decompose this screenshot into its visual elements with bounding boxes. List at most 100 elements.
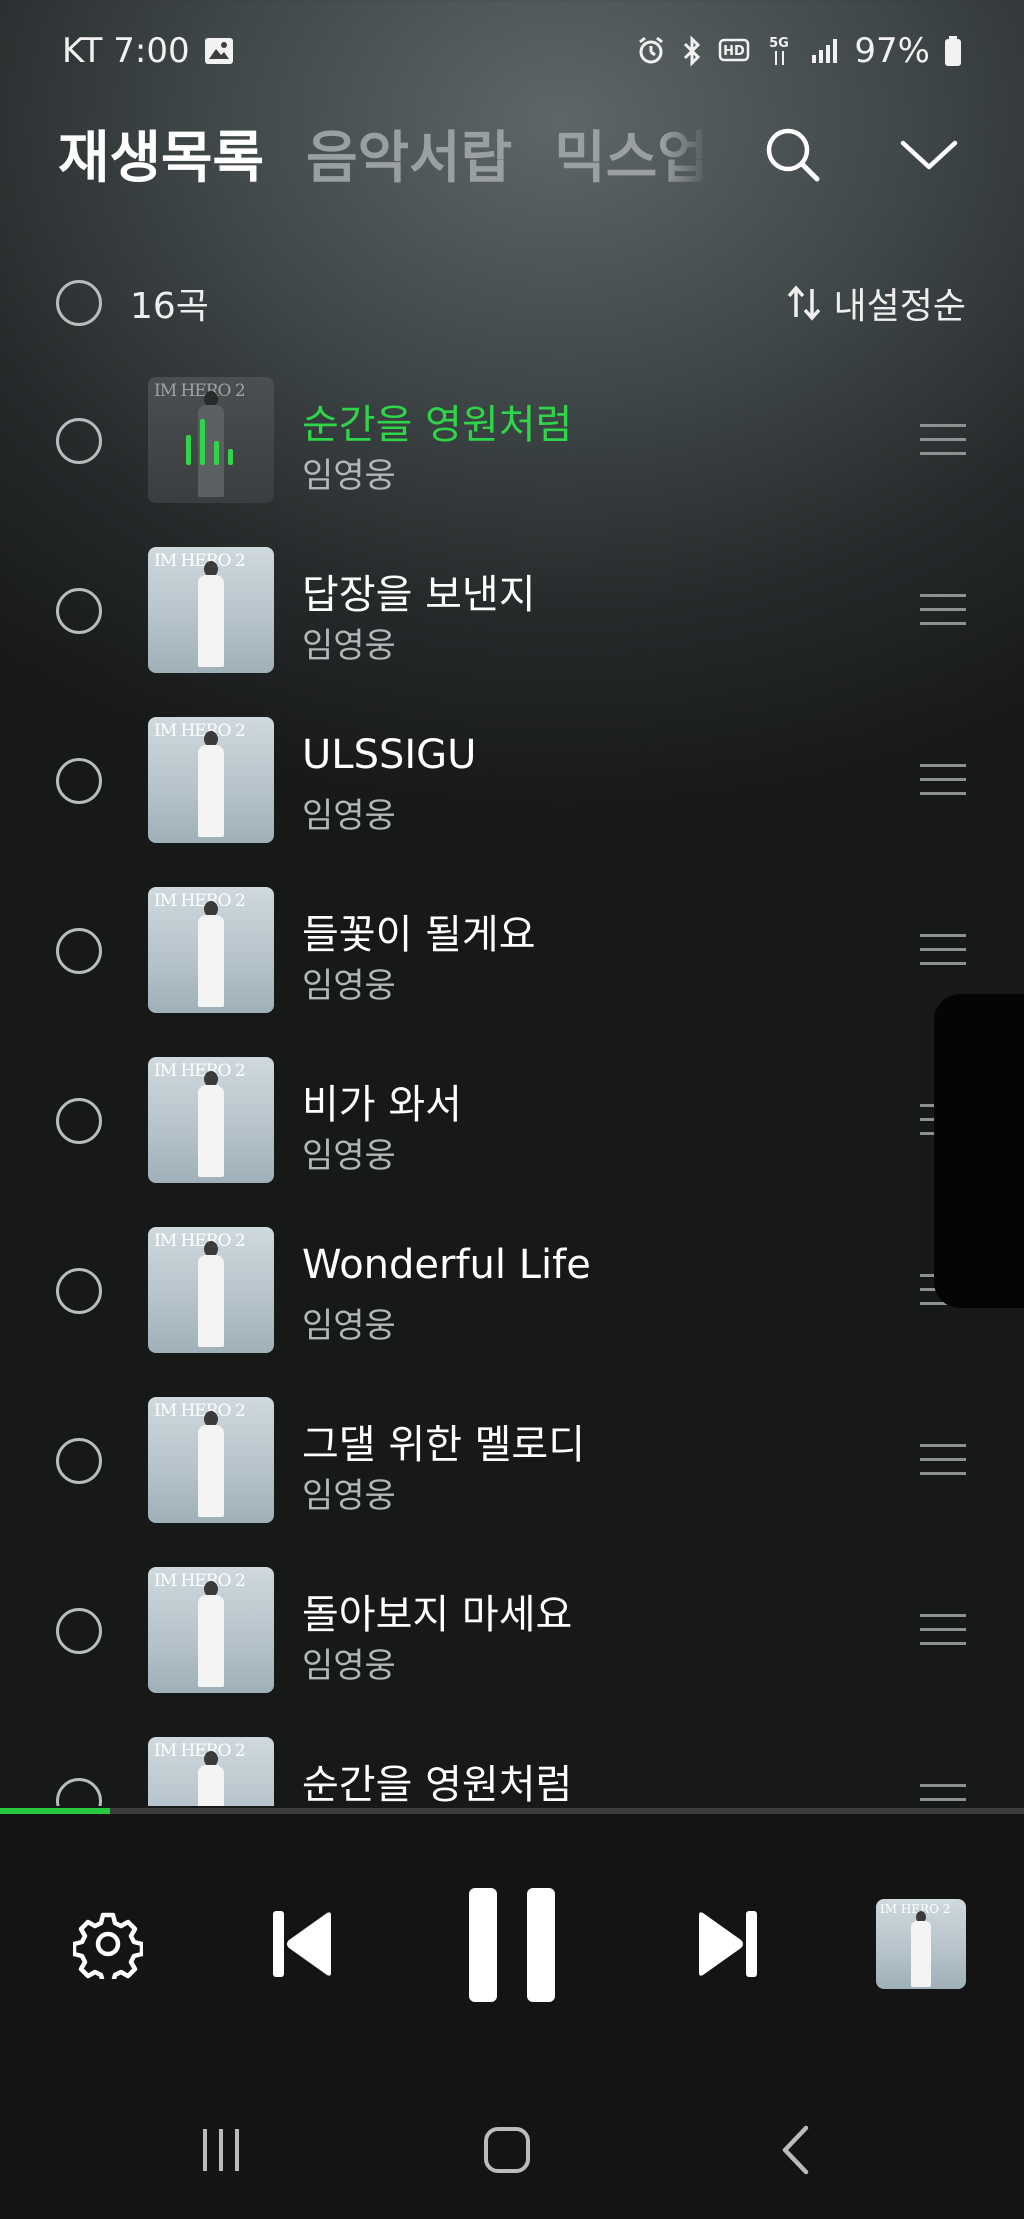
bluetooth-icon bbox=[680, 34, 704, 68]
sort-arrows-icon bbox=[787, 285, 820, 321]
row-checkbox[interactable] bbox=[56, 1778, 102, 1806]
tab-playlist[interactable]: 재생목록 bbox=[58, 113, 264, 194]
song-row-playing[interactable]: IM HERO 2 순간을 영원처럼 임영웅 bbox=[0, 356, 1024, 526]
song-row[interactable]: IM HERO 2 Wonderful Life 임영웅 bbox=[0, 1206, 1024, 1376]
tab-mixup[interactable]: 믹스업 bbox=[554, 113, 709, 194]
drag-handle-icon[interactable] bbox=[920, 764, 966, 806]
row-checkbox[interactable] bbox=[56, 928, 102, 974]
signal-icon bbox=[810, 34, 840, 68]
song-row[interactable]: IM HERO 2 돌아보지 마세요 임영웅 bbox=[0, 1546, 1024, 1716]
row-checkbox[interactable] bbox=[56, 1268, 102, 1314]
now-playing-album-art[interactable]: IM HERO 2 bbox=[876, 1899, 966, 1989]
song-artist: 임영웅 bbox=[302, 1646, 396, 1686]
image-icon bbox=[204, 34, 234, 68]
svg-text:5G: 5G bbox=[770, 36, 790, 51]
row-checkbox[interactable] bbox=[56, 588, 102, 634]
song-row[interactable]: IM HERO 2 ULSSIGU 임영웅 bbox=[0, 696, 1024, 866]
album-art-title: IM HERO 2 bbox=[154, 1061, 246, 1081]
album-art-title: IM HERO 2 bbox=[154, 1231, 246, 1251]
settings-button[interactable] bbox=[70, 1906, 146, 1982]
home-icon bbox=[484, 2127, 530, 2173]
album-art-title: IM HERO 2 bbox=[154, 1571, 246, 1591]
album-art-title: IM HERO 2 bbox=[154, 721, 246, 741]
svg-text:HD: HD bbox=[724, 44, 746, 59]
pause-button[interactable] bbox=[462, 1880, 562, 2010]
equalizer-icon bbox=[186, 419, 233, 465]
home-button[interactable] bbox=[472, 2110, 542, 2190]
drag-handle-icon[interactable] bbox=[920, 424, 966, 466]
drag-handle-icon[interactable] bbox=[920, 594, 966, 636]
album-art-title: IM HERO 2 bbox=[154, 1741, 246, 1761]
song-artist: 임영웅 bbox=[302, 796, 396, 836]
song-title: ULSSIGU bbox=[302, 732, 477, 778]
battery-percent: 97% bbox=[854, 31, 930, 71]
album-art-title: IM HERO 2 bbox=[880, 1902, 951, 1916]
gear-icon bbox=[73, 1912, 143, 1979]
album-art: IM HERO 2 bbox=[148, 1227, 274, 1353]
recent-apps-icon bbox=[203, 2129, 239, 2171]
status-bar: KT 7:00 HD 5G 97% bbox=[62, 28, 962, 74]
song-artist: 임영웅 bbox=[302, 456, 396, 496]
song-artist: 임영웅 bbox=[302, 966, 396, 1006]
song-title: Wonderful Life bbox=[302, 1242, 591, 1288]
song-row[interactable]: IM HERO 2 순간을 영원처럼 bbox=[0, 1716, 1024, 1806]
playback-progress-bar[interactable] bbox=[0, 1808, 1024, 1814]
search-button[interactable] bbox=[758, 120, 828, 190]
album-art-title: IM HERO 2 bbox=[154, 551, 246, 571]
song-artist: 임영웅 bbox=[302, 1136, 396, 1176]
album-art: IM HERO 2 bbox=[148, 1737, 274, 1806]
search-icon bbox=[766, 128, 820, 182]
tab-music-drawer[interactable]: 음악서랍 bbox=[306, 113, 512, 194]
battery-icon bbox=[944, 34, 962, 68]
song-artist: 임영웅 bbox=[302, 1306, 396, 1346]
back-icon bbox=[782, 2125, 809, 2175]
row-checkbox[interactable] bbox=[56, 1438, 102, 1484]
drag-handle-icon[interactable] bbox=[920, 1614, 966, 1656]
album-art-title: IM HERO 2 bbox=[154, 381, 246, 401]
song-title: 순간을 영원처럼 bbox=[302, 402, 573, 448]
row-checkbox[interactable] bbox=[56, 1608, 102, 1654]
5g-icon: 5G bbox=[766, 34, 796, 68]
sort-label: 내설정순 bbox=[833, 286, 966, 327]
edge-panel-handle[interactable] bbox=[934, 994, 1024, 1308]
drag-handle-icon[interactable] bbox=[920, 1444, 966, 1486]
song-title: 돌아보지 마세요 bbox=[302, 1592, 573, 1638]
previous-button[interactable] bbox=[264, 1906, 340, 1982]
select-all-checkbox[interactable] bbox=[56, 280, 102, 326]
recent-apps-button[interactable] bbox=[186, 2110, 256, 2190]
hd-voice-icon: HD bbox=[718, 34, 752, 68]
album-art: IM HERO 2 bbox=[148, 377, 274, 503]
album-art: IM HERO 2 bbox=[148, 1397, 274, 1523]
album-art: IM HERO 2 bbox=[148, 887, 274, 1013]
chevron-down-icon bbox=[900, 140, 958, 170]
row-checkbox[interactable] bbox=[56, 758, 102, 804]
drag-handle-icon[interactable] bbox=[920, 934, 966, 976]
song-title: 그댈 위한 멜로디 bbox=[302, 1422, 586, 1468]
collapse-button[interactable] bbox=[894, 120, 964, 190]
pause-icon bbox=[469, 1888, 555, 2002]
song-title: 답장을 보낸지 bbox=[302, 572, 536, 618]
song-title: 비가 와서 bbox=[302, 1082, 462, 1128]
back-button[interactable] bbox=[760, 2110, 830, 2190]
album-art-title: IM HERO 2 bbox=[154, 1401, 246, 1421]
song-artist: 임영웅 bbox=[302, 626, 396, 666]
next-button[interactable] bbox=[690, 1906, 766, 1982]
sort-button[interactable]: 내설정순 bbox=[784, 277, 966, 329]
song-row[interactable]: IM HERO 2 답장을 보낸지 임영웅 bbox=[0, 526, 1024, 696]
song-row[interactable]: IM HERO 2 그댈 위한 멜로디 임영웅 bbox=[0, 1376, 1024, 1546]
row-checkbox[interactable] bbox=[56, 418, 102, 464]
song-row[interactable]: IM HERO 2 비가 와서 임영웅 bbox=[0, 1036, 1024, 1206]
album-art: IM HERO 2 bbox=[148, 547, 274, 673]
song-title: 순간을 영원처럼 bbox=[302, 1762, 573, 1806]
song-title: 들꽃이 될게요 bbox=[302, 912, 536, 958]
progress-fill bbox=[0, 1808, 110, 1814]
song-row[interactable]: IM HERO 2 들꽃이 될게요 임영웅 bbox=[0, 866, 1024, 1036]
song-count: 16곡 bbox=[130, 286, 209, 327]
album-art: IM HERO 2 bbox=[148, 717, 274, 843]
drag-handle-icon[interactable] bbox=[920, 1784, 966, 1806]
row-checkbox[interactable] bbox=[56, 1098, 102, 1144]
skip-previous-icon bbox=[273, 1911, 331, 1977]
system-nav-bar bbox=[0, 2110, 1024, 2190]
skip-next-icon bbox=[699, 1911, 757, 1977]
song-list: IM HERO 2 순간을 영원처럼 임영웅 IM HERO 2 답장을 보낸지… bbox=[0, 356, 1024, 1806]
